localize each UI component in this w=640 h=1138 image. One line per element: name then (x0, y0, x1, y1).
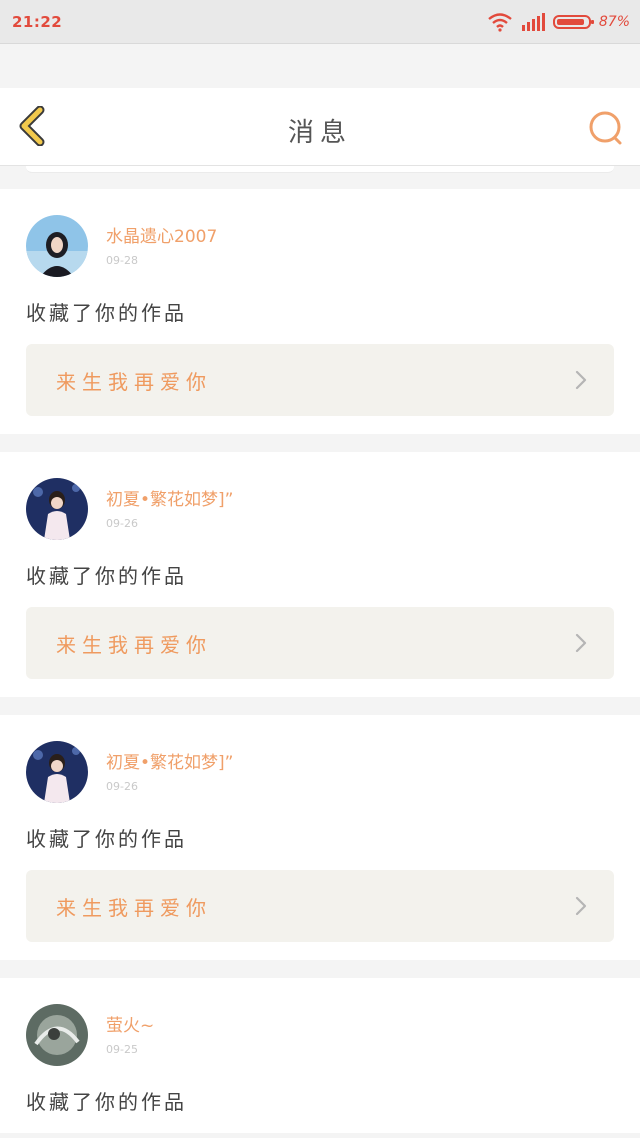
signal-icon (521, 13, 545, 31)
top-spacer (0, 44, 640, 88)
message-date: 09-26 (106, 516, 138, 530)
work-link[interactable]: 来生我再爱你 (26, 344, 614, 416)
work-title: 来生我再爱你 (56, 895, 212, 920)
avatar[interactable] (26, 1004, 88, 1066)
username[interactable]: 初夏•繁花如梦]” (106, 489, 233, 511)
message-date: 09-25 (106, 1042, 138, 1056)
list-item[interactable]: 初夏•繁花如梦]” 09-26 收藏了你的作品 来生我再爱你 (0, 715, 640, 960)
battery-percent: 87% (598, 14, 630, 30)
status-bar: 21:22 87% (0, 0, 640, 44)
work-title: 来生我再爱你 (56, 632, 212, 657)
action-text: 收藏了你的作品 (26, 564, 187, 588)
avatar[interactable] (26, 741, 88, 803)
action-text: 收藏了你的作品 (26, 1090, 187, 1114)
status-time: 21:22 (12, 13, 63, 31)
status-indicators: 87% (487, 10, 630, 34)
action-text: 收藏了你的作品 (26, 827, 187, 851)
search-icon (589, 111, 622, 145)
list-item[interactable]: 初夏•繁花如梦]” 09-26 收藏了你的作品 来生我再爱你 (0, 452, 640, 697)
avatar[interactable] (26, 215, 88, 277)
username[interactable]: 萤火~ (106, 1015, 154, 1037)
message-date: 09-26 (106, 779, 138, 793)
action-text: 收藏了你的作品 (26, 301, 187, 325)
message-list[interactable]: 水晶遗心2007 09-28 收藏了你的作品 来生我再爱你 初夏•繁花如梦]” … (0, 166, 640, 1138)
list-item[interactable]: 萤火~ 09-25 收藏了你的作品 (0, 978, 640, 1133)
page-title: 消息 (287, 118, 352, 148)
work-link[interactable]: 来生我再爱你 (26, 870, 614, 942)
username[interactable]: 水晶遗心2007 (106, 226, 217, 248)
nav-bar: 消息 (0, 88, 640, 166)
chevron-right-icon (575, 633, 587, 653)
work-title: 来生我再爱你 (56, 369, 212, 394)
search-button[interactable] (586, 108, 626, 148)
work-link[interactable]: 来生我再爱你 (26, 607, 614, 679)
avatar[interactable] (26, 478, 88, 540)
previous-card-edge (26, 166, 614, 173)
battery-icon (552, 15, 594, 29)
message-date: 09-28 (106, 253, 138, 267)
chevron-right-icon (575, 896, 587, 916)
wifi-icon (488, 13, 512, 32)
chevron-right-icon (575, 370, 587, 390)
list-item[interactable]: 水晶遗心2007 09-28 收藏了你的作品 来生我再爱你 (0, 189, 640, 434)
username[interactable]: 初夏•繁花如梦]” (106, 752, 233, 774)
